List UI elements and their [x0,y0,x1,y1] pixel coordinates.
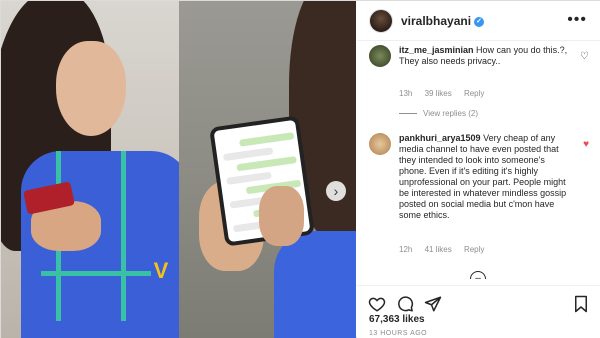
post-header: viralbhayani ✓ ••• [357,1,600,41]
chat-bubble [236,156,297,172]
dress-trim [121,151,126,321]
load-more-comments-icon[interactable]: – [470,271,486,279]
comment-body: pankhuri_arya1509 Very cheap of any medi… [399,133,569,221]
divider-line [399,113,417,115]
comment-text: Very cheap of any media channel to have … [399,133,567,220]
share-icon[interactable] [423,294,443,314]
reply-link[interactable]: Reply [464,89,484,98]
comment-username[interactable]: pankhuri_arya1509 [399,133,481,143]
comment-time: 13h [399,89,413,98]
comment-likes[interactable]: 39 likes [425,89,452,98]
post-sidebar: viralbhayani ✓ ••• itz_me_jasminian How c… [357,1,600,338]
chat-bubble [226,171,272,185]
comment-like-heart-icon[interactable]: ♡ [580,51,589,62]
instagram-post: V › viralbhayani ✓ ••• itz_me_jasminian … [0,0,600,338]
chat-bubble [239,132,295,147]
next-slide-arrow-icon[interactable]: › [326,181,346,201]
comment-avatar[interactable] [369,45,391,67]
face-shape [56,41,126,136]
comment-meta: 12h 41 likes Reply [399,245,494,254]
photo-woman-phone: V [1,1,179,338]
view-replies-link[interactable]: View replies (2) [399,109,478,118]
chat-bubble [222,147,274,162]
watermark-logo: V [153,258,169,283]
dress-trim [41,271,151,276]
heart-icon[interactable] [367,294,387,314]
post-actions [357,285,600,315]
photo-phone-closeup [179,1,356,338]
comment-avatar[interactable] [369,133,391,155]
avatar[interactable] [369,9,393,33]
comments-list: itz_me_jasminian How can you do this.?, … [357,41,600,279]
hand-shape [259,186,304,246]
verified-badge-icon: ✓ [474,16,485,27]
likes-count[interactable]: 67,363 likes [369,314,425,325]
comment-body: itz_me_jasminian How can you do this.?, … [399,45,569,67]
header-username[interactable]: viralbhayani [401,14,471,28]
post-timestamp: 13 HOURS AGO [369,330,428,337]
comment-time: 12h [399,245,413,254]
sleeve-shape [274,231,356,338]
view-replies-text[interactable]: View replies (2) [423,109,478,118]
comment-icon[interactable] [395,294,415,314]
comment-meta: 13h 39 likes Reply [399,89,494,98]
more-options-icon[interactable]: ••• [567,11,587,29]
header-username-wrap[interactable]: viralbhayani ✓ [401,14,485,28]
comment-item: pankhuri_arya1509 Very cheap of any medi… [369,133,589,263]
comment-username[interactable]: itz_me_jasminian [399,45,474,55]
post-media[interactable]: V › [1,1,356,338]
comment-item: itz_me_jasminian How can you do this.?, … [369,45,589,105]
reply-link[interactable]: Reply [464,245,484,254]
bookmark-icon[interactable] [571,294,591,314]
comment-likes[interactable]: 41 likes [425,245,452,254]
comment-like-heart-icon[interactable]: ♥ [583,139,589,150]
